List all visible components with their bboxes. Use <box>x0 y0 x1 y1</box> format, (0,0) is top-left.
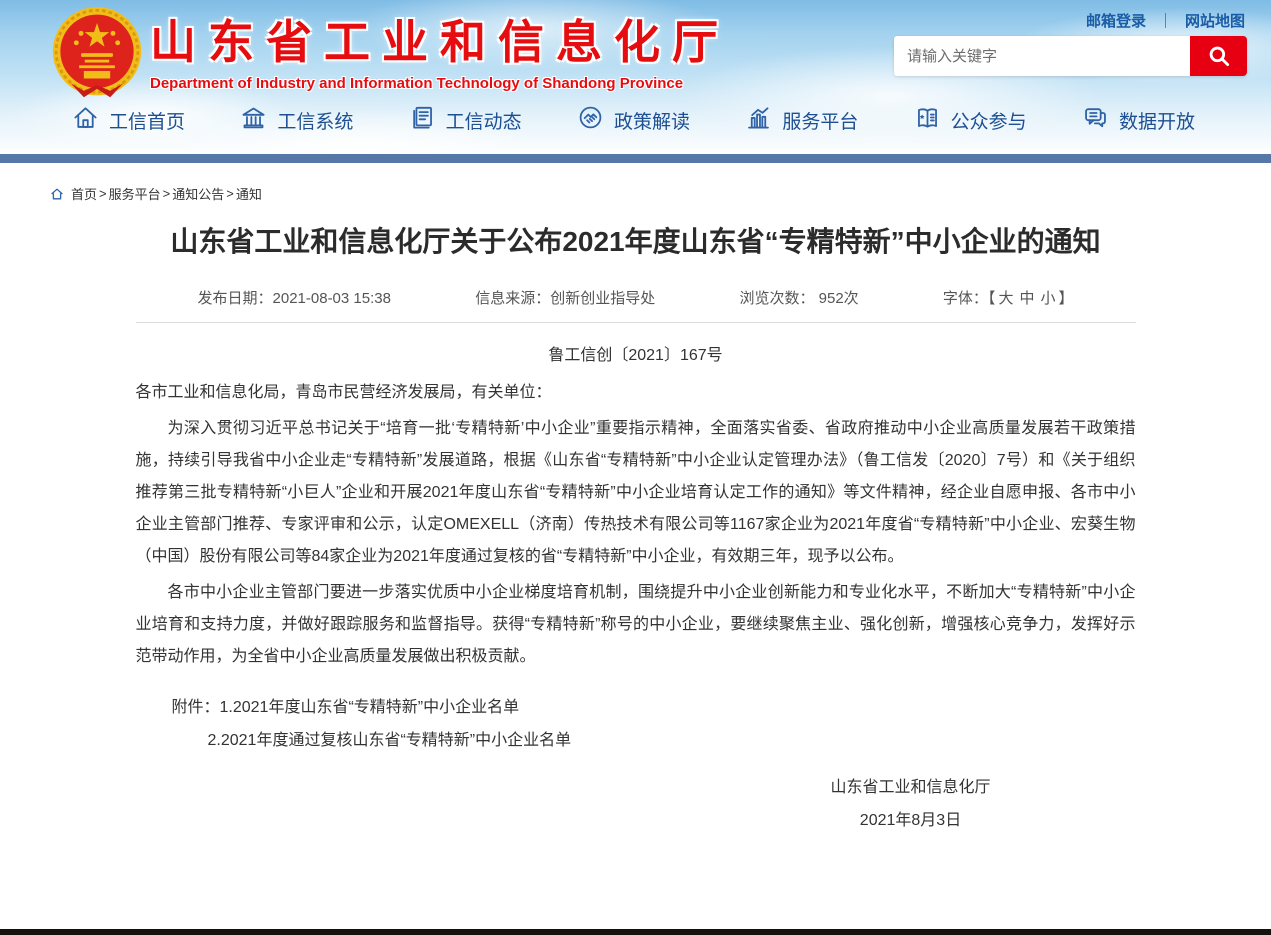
attachment-link-2[interactable]: 2.2021年度通过复核山东省“专精特新”中小企业名单 <box>208 732 572 749</box>
font-size-large[interactable]: 大 <box>998 290 1013 307</box>
meta-source: 信息来源：创新创业指导处 <box>475 287 655 308</box>
signature-block: 山东省工业和信息化厅 2021年8月3日 <box>746 771 1076 837</box>
breadcrumb-item-home[interactable]: 首页 <box>71 184 97 203</box>
body-paragraph-2: 各市中小企业主管部门要进一步落实优质中小企业梯度培育机制，围绕提升中小企业创新能… <box>136 577 1136 673</box>
open-book-icon <box>914 104 941 137</box>
breadcrumb-item-notices[interactable]: 通知公告 <box>172 184 224 203</box>
mail-login-link[interactable]: 邮箱登录 <box>1086 10 1146 31</box>
nav-label: 服务平台 <box>782 107 858 134</box>
meta-label: 信息来源： <box>475 290 550 307</box>
meta-label: 发布日期： <box>198 290 273 307</box>
chart-icon <box>745 104 772 137</box>
meta-label: 浏览次数： <box>739 290 814 307</box>
topbar-separator: ｜ <box>1158 10 1173 31</box>
search-button[interactable] <box>1190 36 1247 76</box>
bank-icon <box>240 104 267 137</box>
salutation: 各市工业和信息化局，青岛市民营经济发展局，有关单位： <box>136 377 1136 409</box>
site-header: 山东省工业和信息化厅 Department of Industry and In… <box>0 0 1271 154</box>
site-subtitle-en: Department of Industry and Information T… <box>150 75 730 92</box>
nav-label: 政策解读 <box>614 107 690 134</box>
nav-item-news[interactable]: 工信动态 <box>409 104 522 137</box>
search-input[interactable] <box>894 36 1190 76</box>
main-nav: 工信首页 工信系统 工信动态 <box>0 96 1271 148</box>
topbar-links: 邮箱登录 ｜ 网站地图 <box>1086 10 1245 31</box>
nav-label: 公众参与 <box>951 107 1027 134</box>
nav-item-data[interactable]: 数据开放 <box>1082 104 1195 137</box>
nav-item-policy[interactable]: 政策解读 <box>577 104 690 137</box>
site-titles: 山东省工业和信息化厅 Department of Industry and In… <box>150 6 730 92</box>
handshake-icon <box>577 104 604 137</box>
footer-strip <box>0 929 1271 935</box>
national-emblem-icon <box>50 4 144 106</box>
meta-value: 952次 <box>819 290 859 307</box>
signature-date: 2021年8月3日 <box>746 804 1076 837</box>
signature-org: 山东省工业和信息化厅 <box>746 771 1076 804</box>
search-bar <box>894 36 1247 76</box>
meta-label: 字体： <box>943 290 988 307</box>
meta-value: 创新创业指导处 <box>550 290 655 307</box>
meta-font-size-control: 字体：【大中小】 <box>943 287 1074 308</box>
breadcrumb-item-platform[interactable]: 服务平台 <box>109 184 161 203</box>
nav-label: 工信系统 <box>277 107 353 134</box>
article-meta: 发布日期：2021-08-03 15:38 信息来源：创新创业指导处 浏览次数：… <box>136 287 1136 308</box>
breadcrumb-separator: > <box>226 186 234 201</box>
article: 山东省工业和信息化厅关于公布2021年度山东省“专精特新”中小企业的通知 发布日… <box>136 219 1136 837</box>
nav-item-system[interactable]: 工信系统 <box>240 104 353 137</box>
attachment-link-1[interactable]: 1.2021年度山东省“专精特新”中小企业名单 <box>220 699 520 716</box>
meta-publish-date: 发布日期：2021-08-03 15:38 <box>198 287 391 308</box>
font-size-medium[interactable]: 中 <box>1019 290 1034 307</box>
sitemap-link[interactable]: 网站地图 <box>1185 10 1245 31</box>
nav-item-platform[interactable]: 服务平台 <box>745 104 858 137</box>
breadcrumb: 首页 > 服务平台 > 通知公告 > 通知 <box>0 163 1271 203</box>
breadcrumb-separator: > <box>99 186 107 201</box>
attachments: 附件：1.2021年度山东省“专精特新”中小企业名单 2.2021年度通过复核山… <box>136 691 1136 757</box>
meta-views: 浏览次数： 952次 <box>739 287 858 308</box>
body-paragraph-1: 为深入贯彻习近平总书记关于“培育一批‘专精特新’中小企业”重要指示精神，全面落实… <box>136 413 1136 573</box>
nav-label: 数据开放 <box>1119 107 1195 134</box>
site-title: 山东省工业和信息化厅 <box>150 6 730 72</box>
font-size-small[interactable]: 小 <box>1040 290 1055 307</box>
header-divider-bar <box>0 154 1271 163</box>
article-title: 山东省工业和信息化厅关于公布2021年度山东省“专精特新”中小企业的通知 <box>136 219 1136 265</box>
breadcrumb-separator: > <box>163 186 171 201</box>
breadcrumb-item-notice[interactable]: 通知 <box>236 184 262 203</box>
nav-item-participation[interactable]: 公众参与 <box>914 104 1027 137</box>
search-icon <box>1206 43 1232 69</box>
meta-value: 2021-08-03 15:38 <box>273 290 391 307</box>
attachments-label: 附件： <box>172 699 220 716</box>
font-bracket: 】 <box>1058 290 1073 307</box>
meta-divider-line <box>136 322 1136 323</box>
nav-label: 工信动态 <box>446 107 522 134</box>
page: 山东省工业和信息化厅 Department of Industry and In… <box>0 0 1271 935</box>
document-number: 鲁工信创〔2021〕167号 <box>136 341 1136 365</box>
breadcrumb-home-icon <box>50 187 64 201</box>
font-bracket: 【 <box>988 290 996 307</box>
chat-bubbles-icon <box>1082 104 1109 137</box>
national-emblem-logo <box>50 4 144 111</box>
news-icon <box>409 104 436 137</box>
